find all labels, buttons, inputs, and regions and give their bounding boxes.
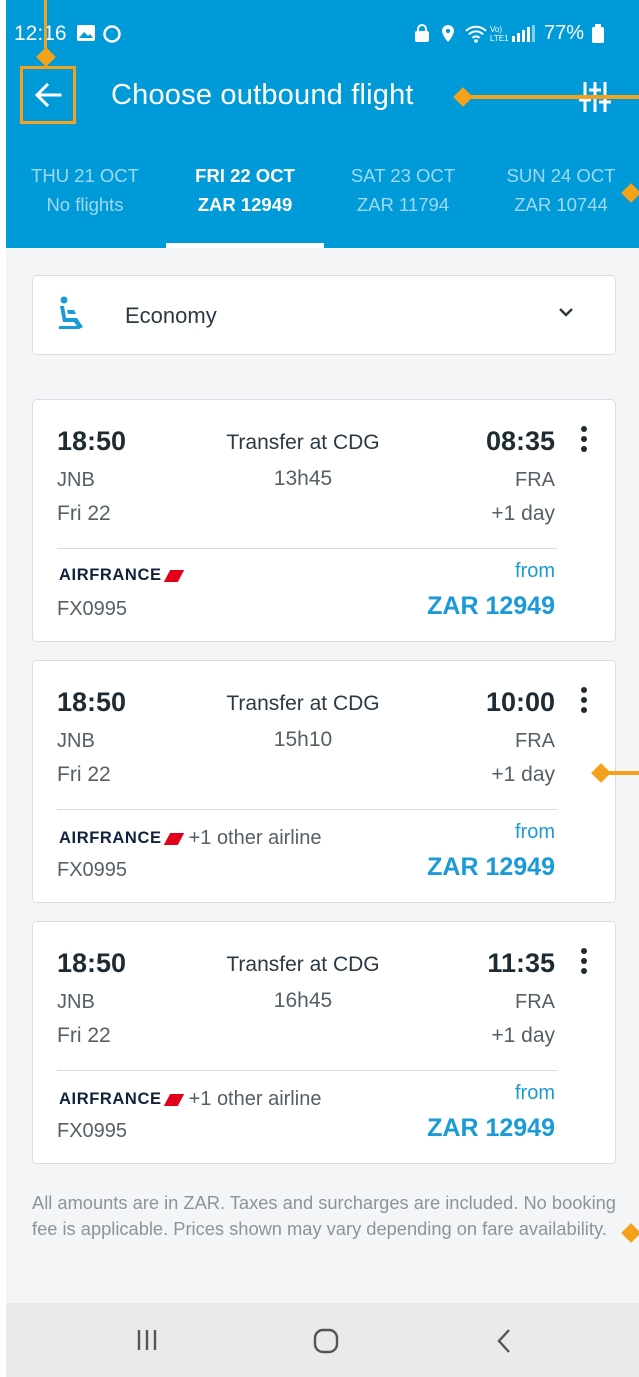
transfer-info: Transfer at CDG xyxy=(226,692,380,715)
airline-logo: AIRFRANCE xyxy=(59,566,184,585)
departure-date: Fri 22 xyxy=(57,502,111,525)
seat-icon xyxy=(59,296,83,329)
arrival-airport: FRA xyxy=(515,469,555,491)
tab-day: FRI 22 OCT xyxy=(195,165,295,186)
departure-time: 18:50 xyxy=(57,687,127,717)
transfer-info: Transfer at CDG xyxy=(226,953,380,976)
airline-logo: AIRFRANCE +1 other airline xyxy=(59,1088,321,1111)
svg-text:Vo): Vo) xyxy=(490,25,502,34)
other-airline-note: +1 other airline xyxy=(188,1088,322,1110)
departure-time: 18:50 xyxy=(57,426,127,456)
flight-price: ZAR 12949 xyxy=(427,853,555,881)
annotation-line xyxy=(604,771,639,775)
cabin-class-select[interactable]: Economy xyxy=(32,275,616,355)
flight-duration: 15h10 xyxy=(273,728,333,751)
tab-day: SUN 24 OCT xyxy=(506,165,616,186)
arrival-day-offset: +1 day xyxy=(491,763,555,786)
tab-sat-23-oct[interactable]: SAT 23 OCT ZAR 11794 xyxy=(324,160,482,248)
status-bar: 12:16 Vo) LTE1 77% xyxy=(6,10,639,56)
status-time: 12:16 xyxy=(14,22,67,45)
svg-text:LTE1: LTE1 xyxy=(490,34,509,43)
departure-airport: JNB xyxy=(57,991,95,1013)
arrival-time: 11:35 xyxy=(487,948,555,978)
flight-card[interactable]: 18:50 JNB Fri 22 Transfer at CDG 15h10 1… xyxy=(32,660,616,903)
transfer-info: Transfer at CDG xyxy=(226,431,380,454)
back-button[interactable] xyxy=(20,66,76,124)
airline-logo-mark xyxy=(163,1093,184,1106)
airline-logo-mark xyxy=(163,832,184,845)
tab-fri-22-oct[interactable]: FRI 22 OCT ZAR 12949 xyxy=(166,160,324,248)
home-icon[interactable] xyxy=(312,1327,340,1355)
recent-apps-icon[interactable] xyxy=(134,1327,160,1353)
airline-logo-mark xyxy=(163,569,184,582)
arrival-airport: FRA xyxy=(515,730,555,752)
battery-icon xyxy=(592,24,604,43)
tab-thu-21-oct[interactable]: THU 21 OCT No flights xyxy=(6,160,164,248)
divider xyxy=(57,809,557,810)
flight-duration: 16h45 xyxy=(273,989,333,1012)
volte-lte-signal-icon: Vo) LTE1 xyxy=(490,25,535,43)
arrow-left-icon xyxy=(34,82,62,108)
tab-day: SAT 23 OCT xyxy=(350,165,456,186)
date-tabs: THU 21 OCT No flights FRI 22 OCT ZAR 129… xyxy=(6,160,639,248)
departure-date: Fri 22 xyxy=(57,763,111,786)
flight-number: FX0995 xyxy=(57,598,128,620)
app-header: 12:16 Vo) LTE1 77% Choose outbound fligh… xyxy=(6,0,639,248)
price-from-label: from xyxy=(515,1082,555,1104)
lock-icon xyxy=(415,24,429,42)
more-options-button[interactable] xyxy=(577,687,591,717)
price-disclaimer: All amounts are in ZAR. Taxes and surcha… xyxy=(32,1192,616,1239)
circle-notification-icon xyxy=(103,25,121,43)
flight-number: FX0995 xyxy=(57,859,128,881)
divider xyxy=(57,1070,557,1071)
flight-duration: 13h45 xyxy=(273,467,333,490)
tab-sun-24-oct[interactable]: SUN 24 OCT ZAR 10744 xyxy=(482,160,639,248)
active-tab-indicator xyxy=(166,243,324,248)
annotation-line xyxy=(466,95,639,99)
departure-time: 18:50 xyxy=(57,948,127,978)
arrival-time: 08:35 xyxy=(485,426,555,456)
back-nav-icon[interactable] xyxy=(494,1327,514,1355)
chevron-down-icon xyxy=(559,308,573,317)
departure-airport: JNB xyxy=(57,730,95,752)
divider xyxy=(57,548,557,549)
flight-card[interactable]: 18:50 JNB Fri 22 Transfer at CDG 13h45 0… xyxy=(32,399,616,642)
price-from-label: from xyxy=(515,560,555,582)
arrival-day-offset: +1 day xyxy=(491,502,555,525)
cabin-class-label: Economy xyxy=(125,303,217,328)
tab-price: ZAR 12949 xyxy=(197,194,293,215)
flight-price: ZAR 12949 xyxy=(427,1114,555,1142)
more-options-button[interactable] xyxy=(577,948,591,978)
battery-percent: 77% xyxy=(544,22,585,44)
airline-name: AIRFRANCE xyxy=(59,829,162,847)
image-icon xyxy=(77,25,95,41)
system-nav-bar xyxy=(6,1303,639,1377)
flight-price: ZAR 12949 xyxy=(427,592,555,620)
tab-day: THU 21 OCT xyxy=(31,165,139,186)
flight-card[interactable]: 18:50 JNB Fri 22 Transfer at CDG 16h45 1… xyxy=(32,921,616,1164)
tab-price: No flights xyxy=(46,194,124,215)
page-title: Choose outbound flight xyxy=(111,79,414,111)
arrival-day-offset: +1 day xyxy=(491,1024,555,1047)
location-icon xyxy=(442,25,454,42)
airline-name: AIRFRANCE xyxy=(59,1090,162,1108)
departure-airport: JNB xyxy=(57,469,95,491)
airline-logo: AIRFRANCE +1 other airline xyxy=(59,827,321,850)
wifi-icon xyxy=(465,25,487,43)
other-airline-note: +1 other airline xyxy=(188,827,322,849)
arrival-airport: FRA xyxy=(515,991,555,1013)
airline-name: AIRFRANCE xyxy=(59,566,162,584)
app-screen: 12:16 Vo) LTE1 77% Choose outbound fligh… xyxy=(6,0,639,1377)
arrival-time: 10:00 xyxy=(485,687,555,717)
tab-price: ZAR 10744 xyxy=(514,194,608,215)
flight-number: FX0995 xyxy=(57,1120,128,1142)
departure-date: Fri 22 xyxy=(57,1024,111,1047)
more-options-button[interactable] xyxy=(577,426,591,456)
tab-price: ZAR 11794 xyxy=(356,194,450,215)
price-from-label: from xyxy=(515,821,555,843)
